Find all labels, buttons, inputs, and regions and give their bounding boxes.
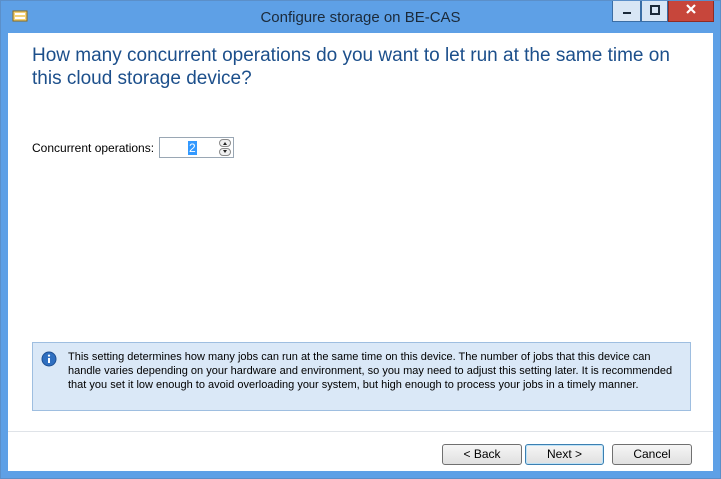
- spin-down-button[interactable]: [219, 148, 231, 156]
- concurrent-operations-value[interactable]: 2: [188, 141, 197, 155]
- wizard-window: Configure storage on BE-CAS How many con…: [0, 0, 721, 479]
- minimize-button[interactable]: [612, 1, 641, 22]
- title-bar[interactable]: Configure storage on BE-CAS: [1, 1, 720, 33]
- info-icon: [41, 351, 57, 367]
- close-icon: [685, 2, 697, 20]
- spin-up-button[interactable]: [219, 139, 231, 147]
- next-button[interactable]: Next >: [525, 444, 604, 465]
- cancel-button[interactable]: Cancel: [612, 444, 692, 465]
- concurrent-operations-label: Concurrent operations:: [32, 141, 155, 155]
- footer-separator: [8, 431, 713, 432]
- concurrent-operations-spinbox[interactable]: 2: [159, 137, 234, 158]
- info-text: This setting determines how many jobs ca…: [68, 351, 673, 391]
- spinner-buttons: [219, 139, 232, 156]
- minimize-icon: [622, 2, 632, 20]
- back-button[interactable]: < Back: [442, 444, 522, 465]
- wizard-content: How many concurrent operations do you wa…: [8, 33, 713, 471]
- maximize-button[interactable]: [641, 1, 668, 22]
- page-heading: How many concurrent operations do you wa…: [32, 45, 670, 89]
- maximize-icon: [649, 2, 660, 20]
- info-panel: This setting determines how many jobs ca…: [32, 342, 691, 411]
- close-button[interactable]: [668, 1, 714, 22]
